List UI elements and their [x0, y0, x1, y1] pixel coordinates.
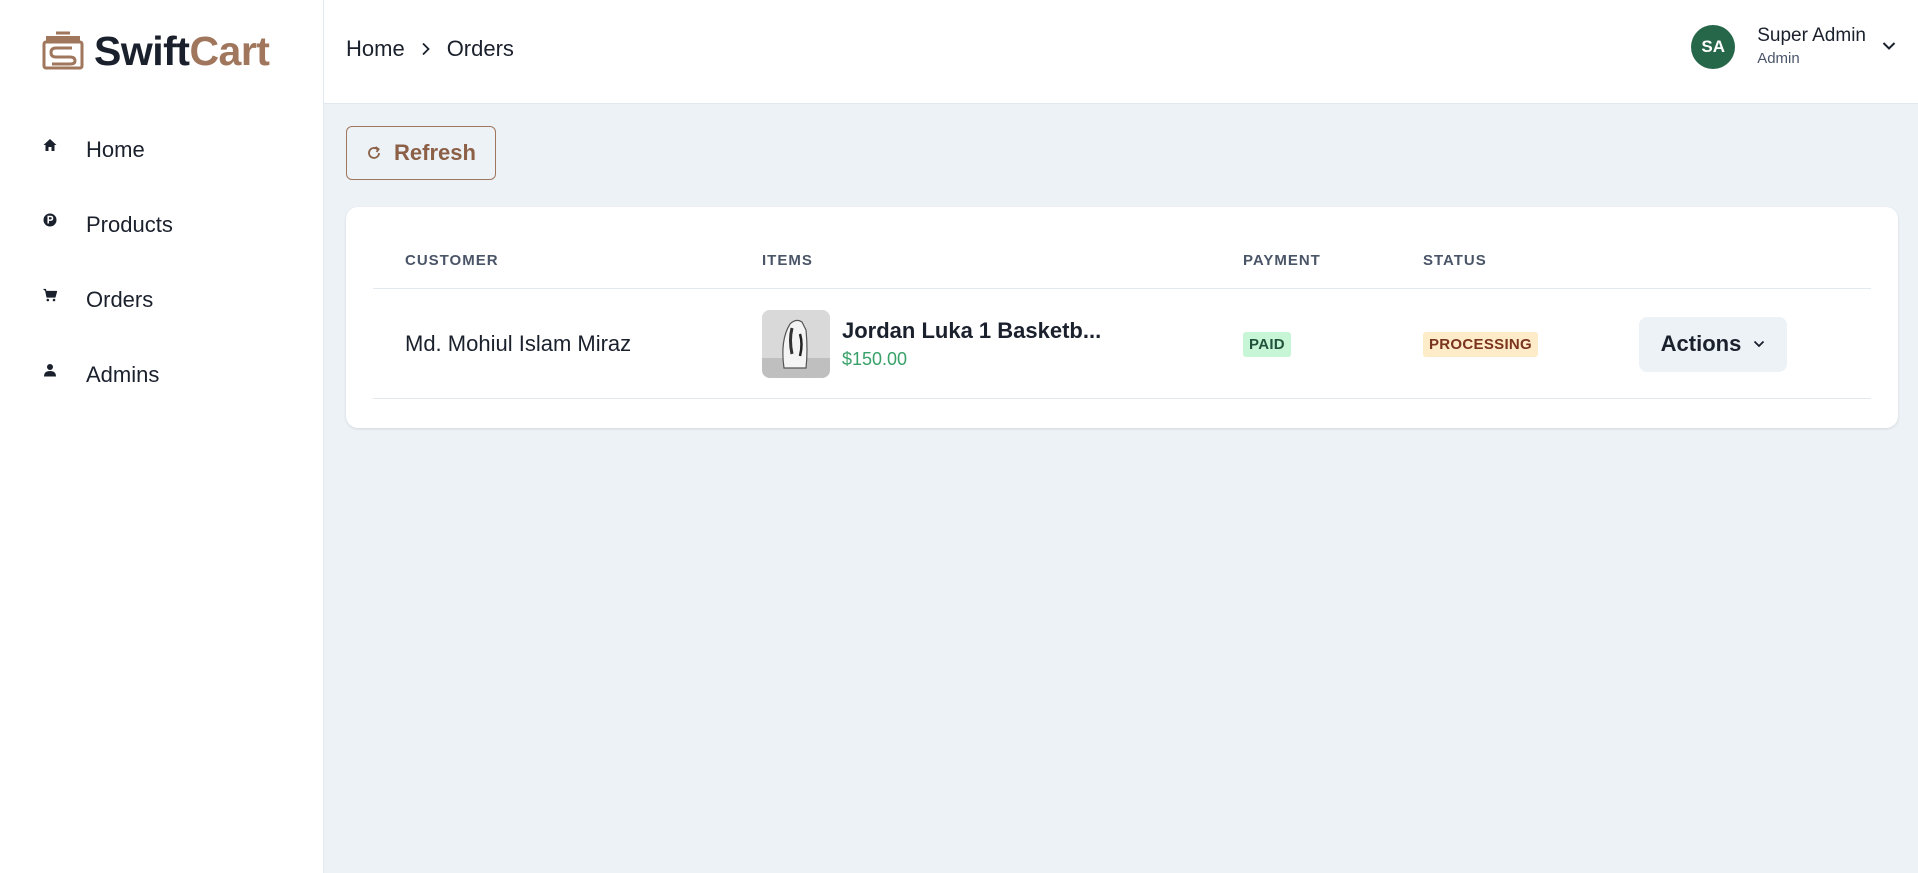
breadcrumb-home[interactable]: Home: [346, 36, 405, 62]
chevron-down-icon: [1753, 340, 1765, 348]
user-menu[interactable]: SA Super Admin Admin: [1691, 24, 1896, 70]
avatar: SA: [1691, 25, 1736, 69]
payment-status-badge: PAID: [1243, 331, 1291, 357]
sidebar-item-admins[interactable]: Admins: [0, 337, 324, 412]
actions-button[interactable]: Actions: [1639, 316, 1787, 372]
logo-icon: [42, 31, 84, 70]
product-thumbnail: [762, 310, 830, 378]
sidebar-item-products[interactable]: Products: [0, 187, 324, 262]
product-icon: [42, 212, 58, 228]
sidebar-item-label: Orders: [86, 286, 154, 312]
sidebar-item-orders[interactable]: Orders: [0, 262, 324, 337]
column-header-status: STATUS: [1423, 252, 1487, 269]
cart-icon: [42, 287, 58, 303]
item-name: Jordan Luka 1 Basketb...: [842, 318, 1102, 343]
home-icon: [42, 137, 58, 153]
actions-label: Actions: [1660, 331, 1742, 356]
user-name: Super Admin: [1757, 25, 1866, 46]
refresh-label: Refresh: [394, 140, 476, 165]
brand-name-part2: Cart: [189, 28, 270, 74]
breadcrumb: Home Orders: [346, 36, 514, 62]
item-price: $150.00: [842, 349, 908, 369]
sidebar-item-label: Home: [86, 136, 145, 162]
column-header-customer: CUSTOMER: [405, 252, 499, 269]
sidebar-item-label: Admins: [86, 361, 160, 387]
sidebar-nav: Home Products Orders Admins: [0, 112, 324, 412]
refresh-button[interactable]: Refresh: [346, 126, 496, 180]
sidebar-item-label: Products: [86, 211, 173, 237]
table-header: CUSTOMER ITEMS PAYMENT STATUS: [373, 207, 1871, 289]
top-bar: Home Orders SA Super Admin Admin: [324, 0, 1918, 104]
sidebar: SwiftCart Home Products Orders Admins: [0, 0, 324, 873]
sidebar-item-home[interactable]: Home: [0, 112, 324, 187]
breadcrumb-current: Orders: [446, 36, 514, 61]
order-status-badge: PROCESSING: [1423, 331, 1539, 357]
table-row: Md. Mohiul Islam Miraz Jordan Luka 1 Bas…: [373, 289, 1871, 399]
brand-name-part1: Swift: [94, 28, 190, 74]
user-role: Admin: [1757, 50, 1800, 67]
refresh-icon: [366, 145, 382, 161]
brand-logo[interactable]: SwiftCart: [42, 28, 270, 74]
customer-name: Md. Mohiul Islam Miraz: [405, 331, 632, 356]
chevron-right-icon: [421, 42, 431, 56]
chevron-down-icon: [1882, 38, 1896, 56]
orders-table-card: CUSTOMER ITEMS PAYMENT STATUS Md. Mohiul…: [346, 207, 1898, 428]
user-icon: [42, 362, 58, 378]
column-header-payment: PAYMENT: [1243, 252, 1321, 269]
column-header-items: ITEMS: [762, 252, 813, 269]
